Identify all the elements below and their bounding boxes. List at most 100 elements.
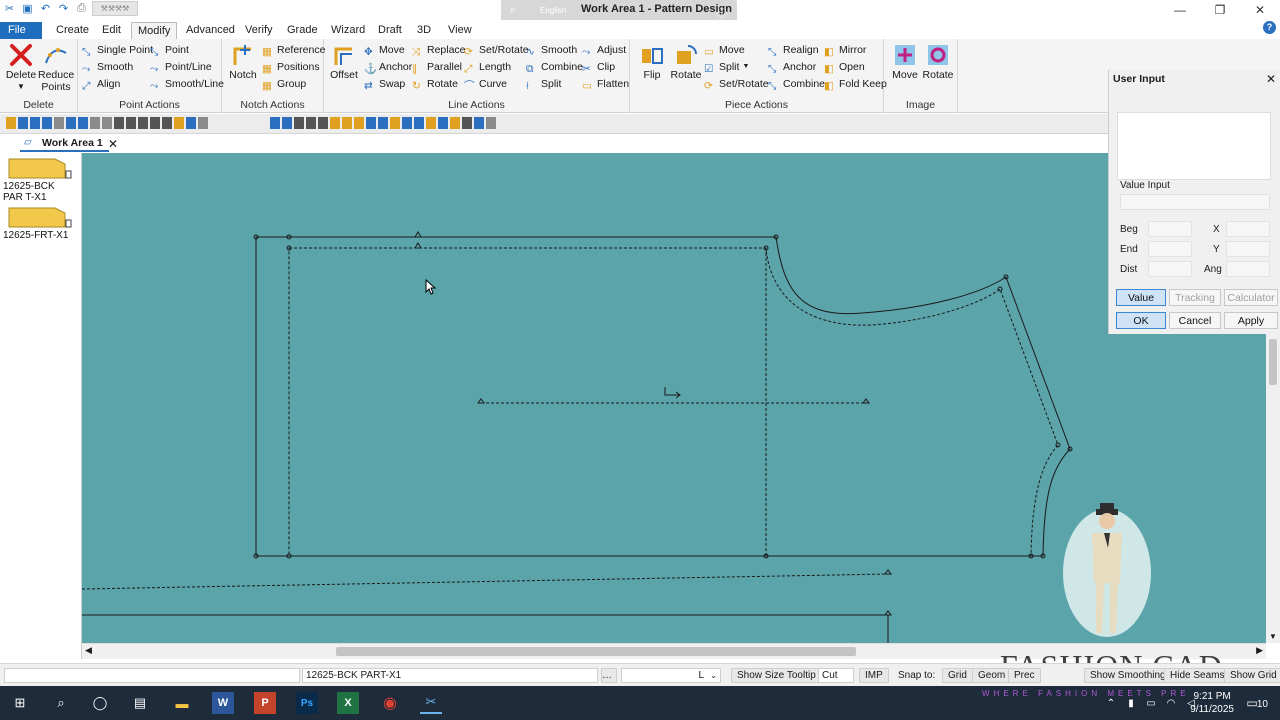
piece-rotate-button[interactable]: Rotate	[670, 43, 702, 81]
end-field[interactable]	[1148, 241, 1192, 257]
help-icon[interactable]: ?	[1263, 21, 1276, 34]
zoom-out-view-icon[interactable]	[306, 117, 316, 129]
select-point-icon[interactable]	[330, 117, 340, 129]
line-rotate-button[interactable]: ↻ Rotate	[412, 76, 458, 92]
ang-field[interactable]	[1226, 261, 1270, 277]
value-mode-button[interactable]: Value	[1116, 289, 1166, 306]
excel-icon[interactable]: X	[337, 692, 359, 714]
reduce-points-button[interactable]: Reduce Points	[38, 43, 74, 93]
save-all-icon[interactable]	[42, 117, 52, 129]
grade-tool-icon[interactable]	[426, 117, 436, 129]
undo-icon[interactable]: ↶	[38, 1, 53, 16]
menu-tab-advanced[interactable]: Advanced	[186, 22, 235, 39]
unit-button[interactable]: IMP	[859, 668, 889, 683]
chevron-down-icon[interactable]: ▼	[742, 59, 749, 75]
positions-button[interactable]: ▦ Positions	[262, 59, 320, 75]
language-label[interactable]: English	[540, 6, 566, 15]
zoom-out-icon[interactable]	[126, 117, 136, 129]
curve-button[interactable]: ⌒ Curve	[464, 76, 507, 92]
dart-tool-icon[interactable]	[402, 117, 412, 129]
menu-tab-wizard[interactable]: Wizard	[331, 22, 365, 39]
snap-geom-button[interactable]: Geom	[972, 668, 1012, 683]
offset-button[interactable]: Offset	[328, 43, 360, 81]
smooth-point-button[interactable]: ⤳ Smooth	[82, 59, 133, 75]
align-button[interactable]: ⤢ Align	[82, 76, 120, 92]
tracking-mode-button[interactable]: Tracking	[1169, 289, 1221, 306]
snap-grid-button[interactable]: Grid	[942, 668, 973, 683]
smooth-line-button[interactable]: ⤳ Smooth/Line	[150, 76, 224, 92]
select-line-icon[interactable]	[342, 117, 352, 129]
new-file-icon[interactable]	[6, 117, 16, 129]
menu-tab-verify[interactable]: Verify	[245, 22, 273, 39]
pattern-design-app-icon[interactable]: ✂	[420, 692, 442, 714]
redo-view-icon[interactable]	[282, 117, 292, 129]
print-icon[interactable]: ⎙	[74, 1, 89, 16]
hide-seams-button[interactable]: Hide Seams	[1164, 668, 1231, 683]
flip-button[interactable]: Flip	[638, 43, 666, 81]
open-button[interactable]: ◧ Open	[824, 59, 865, 75]
menu-tab-draft[interactable]: Draft	[378, 22, 402, 39]
notch-tool-icon[interactable]	[390, 117, 400, 129]
copy-icon[interactable]	[90, 117, 100, 129]
pleat-tool-icon[interactable]	[414, 117, 424, 129]
toolbar-overflow-icon[interactable]	[486, 117, 496, 129]
zoom-in-view-icon[interactable]	[294, 117, 304, 129]
tab-work-area-1[interactable]: Work Area 1	[20, 135, 109, 152]
close-tab-icon[interactable]: ✕	[108, 137, 118, 151]
piece-points[interactable]	[253, 231, 1073, 616]
piece-item[interactable]: 12625-BCK PAR T-X1	[3, 156, 75, 203]
menu-tab-create[interactable]: Create	[56, 22, 89, 39]
more-options-button[interactable]: …	[601, 668, 617, 683]
piece-combine-button[interactable]: ⤡ Combine	[768, 76, 825, 92]
notch-button[interactable]: Notch	[228, 43, 258, 81]
layout-icon[interactable]	[174, 117, 184, 129]
cancel-button[interactable]: Cancel	[1169, 312, 1221, 329]
beg-field[interactable]	[1148, 221, 1192, 237]
close-button[interactable]: ✕	[1240, 0, 1280, 20]
cortana-icon[interactable]: ◯	[89, 692, 111, 714]
adjust-button[interactable]: ⤳ Adjust	[582, 42, 626, 58]
taskbar-search-icon[interactable]: ⌕	[50, 692, 72, 714]
group-button[interactable]: ▦ Group	[262, 76, 306, 92]
piece-split-button[interactable]: ☑ Split ▼	[704, 59, 749, 75]
menu-tab-view[interactable]: View	[448, 22, 472, 39]
save-file-icon[interactable]	[30, 117, 40, 129]
undo-view-icon[interactable]	[270, 117, 280, 129]
menu-tab-grade[interactable]: Grade	[287, 22, 318, 39]
line-smooth-button[interactable]: ∿ Smooth	[526, 42, 577, 58]
show-smoothing-button[interactable]: Show Smoothing	[1084, 668, 1172, 683]
select-piece-icon[interactable]	[354, 117, 364, 129]
line-combine-button[interactable]: ⧉ Combine	[526, 59, 583, 75]
search-icon[interactable]: ⌕	[510, 4, 516, 17]
chrome-icon[interactable]: ◉	[379, 692, 401, 714]
replace-button[interactable]: ⤨ Replace	[412, 42, 466, 58]
close-panel-icon[interactable]: ✕	[1266, 72, 1276, 86]
ok-button[interactable]: OK	[1116, 312, 1166, 329]
line-move-button[interactable]: ✥ Move	[364, 42, 405, 58]
info-icon[interactable]: ⓘ	[717, 5, 727, 20]
delete-button[interactable]: Delete ▼	[4, 43, 38, 93]
taskbar-clock[interactable]: 9:21 PM 9/11/2025	[1190, 690, 1234, 716]
zoom-window-icon[interactable]	[150, 117, 160, 129]
powerpoint-icon[interactable]: P	[254, 692, 276, 714]
length-button[interactable]: ⤢ Length	[464, 59, 511, 75]
horizontal-scroll-thumb[interactable]	[336, 647, 856, 656]
cut-field[interactable]: Cut	[818, 668, 854, 683]
show-grid-button[interactable]: Show Grid	[1224, 668, 1280, 683]
piece-item[interactable]: 12625-FRT-X1	[3, 205, 75, 241]
image-rotate-button[interactable]: Rotate	[922, 43, 954, 81]
parallel-button[interactable]: ∥ Parallel	[412, 59, 462, 75]
zoom-piece-icon[interactable]	[162, 117, 172, 129]
vertical-scroll-thumb[interactable]	[1269, 339, 1277, 385]
swap-button[interactable]: ⇄ Swap	[364, 76, 405, 92]
chevron-down-icon[interactable]: ⌄	[710, 669, 717, 682]
apply-button[interactable]: Apply	[1224, 312, 1278, 329]
show-size-tooltip-button[interactable]: Show Size Tooltip	[731, 668, 822, 683]
point-line-button[interactable]: ⤳ Point/Line	[150, 59, 212, 75]
calculator-mode-button[interactable]: Calculator	[1224, 289, 1278, 306]
mirror-tool-icon[interactable]	[366, 117, 376, 129]
mirror-button[interactable]: ◧ Mirror	[824, 42, 866, 58]
scroll-left-icon[interactable]: ◀	[85, 645, 92, 656]
single-point-button[interactable]: ⤡ Single Point	[82, 42, 153, 58]
line-anchor-button[interactable]: ⚓ Anchor	[364, 59, 412, 75]
